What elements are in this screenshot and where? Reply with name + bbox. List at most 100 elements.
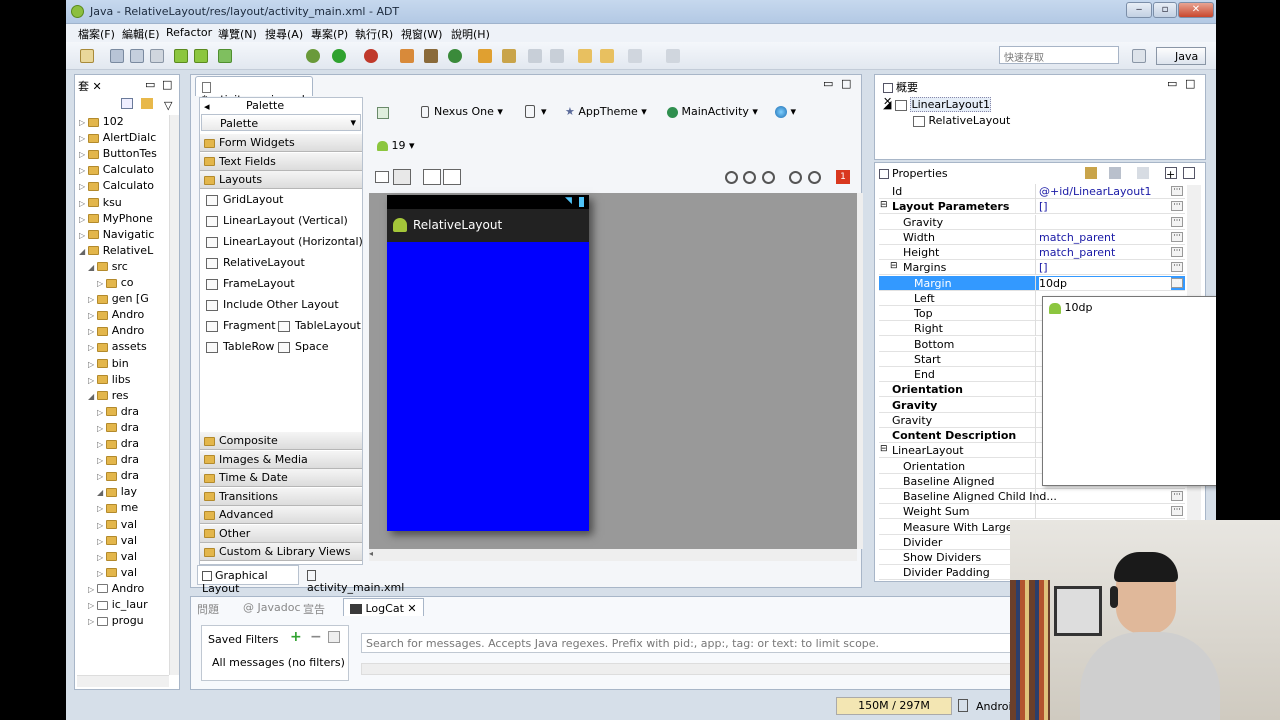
- palette-widget[interactable]: TableRow: [206, 340, 274, 353]
- save-all-icon[interactable]: [130, 49, 144, 63]
- tree-expand-icon[interactable]: ▷: [88, 327, 97, 336]
- tree-expand-icon[interactable]: ▷: [79, 166, 88, 175]
- menu-file[interactable]: 檔案(F): [78, 26, 115, 42]
- expand-toggle-icon[interactable]: ⊟: [890, 261, 898, 271]
- menu-project[interactable]: 專案(P): [311, 26, 348, 42]
- property-row[interactable]: Baseline Aligned Child Ind... ···: [879, 489, 1185, 504]
- layout-canvas[interactable]: ◥ RelativeLayout: [369, 193, 857, 549]
- orientation-icon[interactable]: [525, 105, 535, 118]
- canvas-hscroll[interactable]: ◂: [369, 549, 857, 561]
- palette-widget[interactable]: LinearLayout (Horizontal): [206, 235, 363, 248]
- tree-item[interactable]: ◢ RelativeL: [79, 244, 153, 257]
- fill-height-icon[interactable]: [443, 169, 461, 185]
- tree-item[interactable]: ▷ ksu: [79, 196, 122, 209]
- lint-warning-badge[interactable]: 1: [836, 170, 850, 184]
- tree-expand-icon[interactable]: ▷: [79, 199, 88, 208]
- last-edit-icon[interactable]: [578, 49, 592, 63]
- tree-expand-icon[interactable]: ▷: [79, 182, 88, 191]
- property-value[interactable]: []: [1039, 261, 1048, 274]
- tree-expand-icon[interactable]: ▷: [88, 585, 97, 594]
- palette-category[interactable]: Composite: [200, 432, 362, 450]
- property-edit-button[interactable]: ···: [1171, 491, 1183, 501]
- maximize-button[interactable]: ▫: [1153, 2, 1177, 18]
- heap-status[interactable]: 150M / 297M: [836, 697, 952, 715]
- tree-item[interactable]: ▷ val: [97, 534, 137, 547]
- palette-widget[interactable]: GridLayout: [206, 193, 283, 206]
- properties-advanced-icon[interactable]: [1137, 167, 1149, 179]
- property-row[interactable]: Width match_parent ···: [879, 229, 1185, 245]
- palette-widget[interactable]: LinearLayout (Vertical): [206, 214, 348, 227]
- remove-filter-icon[interactable]: −: [310, 629, 322, 645]
- tree-item[interactable]: ▷ MyPhone: [79, 212, 153, 225]
- tab-xml-source[interactable]: activity_main.xml: [303, 565, 404, 594]
- menu-navigate[interactable]: 導覽(N): [218, 26, 257, 42]
- tree-expand-icon[interactable]: ▷: [97, 569, 106, 578]
- view-menu-icon[interactable]: ▽: [164, 99, 172, 112]
- open-perspective-icon[interactable]: [1132, 49, 1146, 63]
- external-tools-icon[interactable]: [364, 49, 378, 63]
- tree-expand-icon[interactable]: ▷: [88, 295, 97, 304]
- lint-icon[interactable]: [218, 49, 232, 63]
- tree-expand-icon[interactable]: ▷: [88, 376, 97, 385]
- new-java-project-icon[interactable]: [400, 49, 414, 63]
- properties-collapse-icon[interactable]: [1183, 167, 1195, 179]
- tree-item[interactable]: ▷ ButtonTes: [79, 147, 157, 160]
- expand-toggle-icon[interactable]: ⊟: [880, 200, 888, 210]
- tree-item[interactable]: ▷ dra: [97, 421, 139, 434]
- tree-expand-icon[interactable]: ▷: [97, 553, 106, 562]
- pin-editor-icon[interactable]: [666, 49, 680, 63]
- orientation-chevron-down-icon[interactable]: ▾: [541, 105, 547, 118]
- zoom-real-icon[interactable]: [743, 171, 756, 184]
- property-row[interactable]: Gravity ···: [879, 214, 1185, 230]
- tree-expand-icon[interactable]: ▷: [88, 360, 97, 369]
- palette-category[interactable]: Custom & Library Views: [200, 543, 362, 561]
- new-class-icon[interactable]: [448, 49, 462, 63]
- properties-expand-icon[interactable]: +: [1165, 167, 1177, 181]
- tab-problems[interactable]: 問題: [197, 601, 219, 617]
- expand-toggle-icon[interactable]: ⊟: [880, 444, 888, 454]
- tree-expand-icon[interactable]: ◢: [79, 247, 88, 256]
- canvas-vscroll[interactable]: [857, 193, 863, 549]
- theme-dropdown[interactable]: ★ AppTheme ▾: [565, 105, 647, 118]
- zoom-100-icon[interactable]: [762, 171, 775, 184]
- menu-run[interactable]: 執行(R): [355, 26, 393, 42]
- outline-minimize-icon[interactable]: ▭: [1167, 77, 1177, 90]
- editor-minimize-icon[interactable]: ▭: [823, 77, 833, 90]
- tree-expand-icon[interactable]: ▷: [88, 601, 97, 610]
- palette-widget[interactable]: Space: [278, 340, 329, 353]
- properties-sort-icon[interactable]: [1109, 167, 1121, 179]
- config-chooser-icon[interactable]: [377, 107, 389, 119]
- tab-logcat[interactable]: LogCat ✕: [343, 598, 424, 616]
- tree-item[interactable]: ▷ gen [G: [88, 292, 149, 305]
- tree-expand-icon[interactable]: ▷: [97, 408, 106, 417]
- quick-access-input[interactable]: 快速存取: [999, 46, 1119, 64]
- new-package-icon[interactable]: [424, 49, 438, 63]
- minimize-button[interactable]: ‒: [1126, 2, 1152, 18]
- api-level-dropdown[interactable]: 19 ▾: [377, 139, 415, 152]
- explorer-hscroll[interactable]: [77, 675, 169, 687]
- tree-item[interactable]: ▷ dra: [97, 437, 139, 450]
- palette-dropdown[interactable]: Palette ▾: [201, 114, 361, 131]
- tree-expand-icon[interactable]: ▷: [97, 521, 106, 530]
- menu-help[interactable]: 說明(H): [451, 26, 490, 42]
- prev-annotation-icon[interactable]: [550, 49, 564, 63]
- menu-refactor[interactable]: Refactor: [166, 26, 212, 39]
- locale-dropdown[interactable]: ▾: [775, 105, 796, 118]
- property-row[interactable]: ⊟ Margins [] ···: [879, 260, 1185, 276]
- palette-widget[interactable]: Fragment: [206, 319, 276, 332]
- tree-item[interactable]: ◢ res: [88, 389, 128, 402]
- explorer-maximize-icon[interactable]: □: [162, 78, 172, 91]
- palette-category[interactable]: Text Fields: [200, 152, 362, 171]
- gc-trash-icon[interactable]: [958, 699, 968, 712]
- linear-layout-preview[interactable]: [387, 242, 589, 531]
- tree-item[interactable]: ▷ 102: [79, 115, 124, 128]
- tree-item[interactable]: ▷ Andro: [88, 308, 144, 321]
- tree-item[interactable]: ▷ Calculato: [79, 163, 154, 176]
- tree-item[interactable]: ▷ Andro: [88, 324, 144, 337]
- property-edit-button[interactable]: ···: [1171, 186, 1183, 196]
- property-value[interactable]: 10dp: [1039, 276, 1171, 290]
- property-edit-button[interactable]: ···: [1171, 231, 1183, 242]
- new-icon[interactable]: [80, 49, 94, 63]
- palette-category[interactable]: Form Widgets: [200, 134, 362, 152]
- tree-expand-icon[interactable]: ◢: [88, 392, 97, 401]
